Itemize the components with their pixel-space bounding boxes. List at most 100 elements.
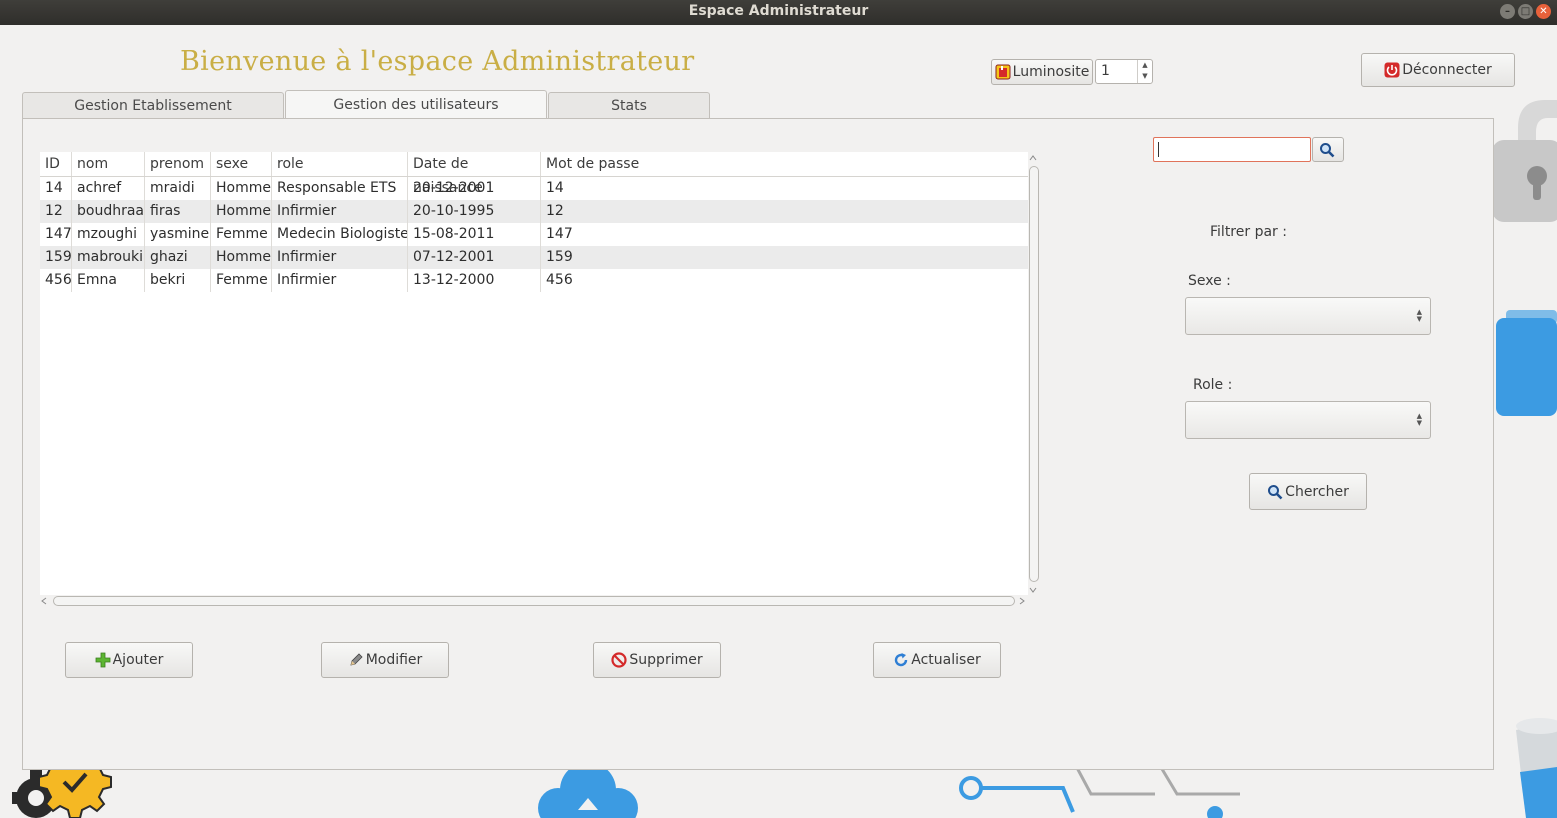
table-row[interactable]: 159 mabrouki ghazi Homme Infirmier 07-12… [40, 246, 1028, 269]
folder-illustration [1496, 310, 1557, 416]
delete-button[interactable]: Supprimer [593, 642, 721, 678]
forbidden-icon [611, 652, 628, 668]
tab-gestion-utilisateurs[interactable]: Gestion des utilisateurs [285, 90, 547, 119]
cell-prenom[interactable]: mraidi [145, 177, 211, 200]
logout-label: Déconnecter [1402, 62, 1492, 78]
refresh-button[interactable]: Actualiser [873, 642, 1001, 678]
cell-nom[interactable]: Emna [72, 269, 145, 292]
filter-search-label: Chercher [1285, 483, 1349, 500]
cell-role[interactable]: Infirmier [272, 246, 408, 269]
search-icon [1319, 142, 1335, 158]
sex-filter-label: Sexe : [1188, 273, 1231, 289]
brightness-button[interactable]: Luminosite [991, 59, 1093, 85]
cell-role[interactable]: Medecin Biologiste [272, 223, 408, 246]
search-input[interactable] [1153, 137, 1311, 162]
table-row[interactable]: 12 boudhraa firas Homme Infirmier 20-10-… [40, 200, 1028, 223]
logout-button[interactable]: Déconnecter [1361, 53, 1515, 87]
cell-id[interactable]: 14 [40, 177, 72, 200]
cell-sexe[interactable]: Homme [211, 200, 272, 223]
pencil-icon [348, 652, 364, 668]
lock-illustration [1492, 100, 1557, 222]
cell-id[interactable]: 12 [40, 200, 72, 223]
cell-nom[interactable]: achref [72, 177, 145, 200]
cell-mot-de-passe[interactable]: 159 [541, 246, 1028, 269]
horizontal-scroll-thumb[interactable] [53, 596, 1015, 606]
cell-sexe[interactable]: Femme [211, 223, 272, 246]
cell-mot-de-passe[interactable]: 12 [541, 200, 1028, 223]
tab-label: Gestion Etablissement [74, 98, 232, 114]
cell-sexe[interactable]: Femme [211, 269, 272, 292]
tab-label: Stats [611, 98, 647, 114]
cell-prenom[interactable]: ghazi [145, 246, 211, 269]
plus-icon [95, 652, 111, 668]
table-vertical-scrollbar[interactable] [1027, 152, 1039, 595]
column-header-mot-de-passe[interactable]: Mot de passe [541, 152, 1028, 176]
column-header-prenom[interactable]: prenom [145, 152, 211, 176]
power-icon [1384, 62, 1400, 78]
cell-prenom[interactable]: firas [145, 200, 211, 223]
cell-nom[interactable]: mabrouki [72, 246, 145, 269]
delete-label: Supprimer [629, 652, 703, 668]
column-header-id[interactable]: ID [40, 152, 72, 176]
brightness-value: 1 [1101, 63, 1110, 79]
cell-date-naissance[interactable]: 20-12-2001 [408, 177, 541, 200]
window-controls: – □ ✕ [1500, 4, 1551, 19]
edit-label: Modifier [365, 652, 423, 668]
cell-date-naissance[interactable]: 13-12-2000 [408, 269, 541, 292]
table-row[interactable]: 14 achref mraidi Homme Responsable ETS 2… [40, 177, 1028, 200]
cell-prenom[interactable]: bekri [145, 269, 211, 292]
cell-role[interactable]: Infirmier [272, 269, 408, 292]
window-title: Espace Administrateur [688, 3, 869, 19]
maximize-icon[interactable]: □ [1518, 4, 1533, 19]
search-button[interactable] [1312, 137, 1344, 162]
refresh-label: Actualiser [911, 652, 981, 668]
column-header-date-naissance[interactable]: Date de naissance [408, 152, 541, 196]
brightness-label: Luminosite [1012, 64, 1090, 80]
cell-date-naissance[interactable]: 07-12-2001 [408, 246, 541, 269]
role-filter-select[interactable]: ▲ ▼ [1185, 401, 1431, 439]
cell-mot-de-passe[interactable]: 14 [541, 177, 1028, 200]
select-arrows-icon: ▲ ▼ [1416, 308, 1422, 323]
column-header-sexe[interactable]: sexe [211, 152, 272, 176]
cell-id[interactable]: 147 [40, 223, 72, 246]
brightness-icon [995, 64, 1011, 80]
users-table[interactable]: ID nom prenom sexe role Date de naissanc… [40, 152, 1028, 595]
cell-id[interactable]: 456 [40, 269, 72, 292]
tab-label: Gestion des utilisateurs [333, 97, 499, 113]
sex-filter-select[interactable]: ▲ ▼ [1185, 297, 1431, 335]
tab-gestion-etablissement[interactable]: Gestion Etablissement [22, 92, 284, 118]
filter-search-button[interactable]: Chercher [1249, 473, 1367, 510]
cell-id[interactable]: 159 [40, 246, 72, 269]
brightness-spinner[interactable]: 1 ▲ ▼ [1095, 59, 1153, 84]
cell-prenom[interactable]: yasmine [145, 223, 211, 246]
cell-nom[interactable]: mzoughi [72, 223, 145, 246]
vertical-scroll-thumb[interactable] [1029, 166, 1039, 582]
cell-date-naissance[interactable]: 20-10-1995 [408, 200, 541, 223]
add-label: Ajouter [112, 652, 164, 668]
refresh-icon [893, 652, 909, 668]
column-header-nom[interactable]: nom [72, 152, 145, 176]
cell-date-naissance[interactable]: 15-08-2011 [408, 223, 541, 246]
cell-mot-de-passe[interactable]: 456 [541, 269, 1028, 292]
cell-sexe[interactable]: Homme [211, 246, 272, 269]
table-row[interactable]: 456 Emna bekri Femme Infirmier 13-12-200… [40, 269, 1028, 292]
table-horizontal-scrollbar[interactable] [40, 595, 1028, 607]
spinner-arrows-icon[interactable]: ▲ ▼ [1137, 60, 1152, 83]
minimize-icon[interactable]: – [1500, 4, 1515, 19]
welcome-title: Bienvenue à l'espace Administrateur [180, 46, 695, 77]
cell-role[interactable]: Infirmier [272, 200, 408, 223]
edit-button[interactable]: Modifier [321, 642, 449, 678]
cell-sexe[interactable]: Homme [211, 177, 272, 200]
column-header-role[interactable]: role [272, 152, 408, 176]
window-titlebar: Espace Administrateur – □ ✕ [0, 0, 1557, 25]
database-illustration [1516, 718, 1557, 818]
add-button[interactable]: Ajouter [65, 642, 193, 678]
cell-nom[interactable]: boudhraa [72, 200, 145, 223]
text-caret [1158, 142, 1159, 157]
table-row[interactable]: 147 mzoughi yasmine Femme Medecin Biolog… [40, 223, 1028, 246]
cell-mot-de-passe[interactable]: 147 [541, 223, 1028, 246]
filter-title: Filtrer par : [1210, 224, 1287, 240]
tab-stats[interactable]: Stats [548, 92, 710, 118]
close-icon[interactable]: ✕ [1536, 4, 1551, 19]
cell-role[interactable]: Responsable ETS [272, 177, 408, 200]
